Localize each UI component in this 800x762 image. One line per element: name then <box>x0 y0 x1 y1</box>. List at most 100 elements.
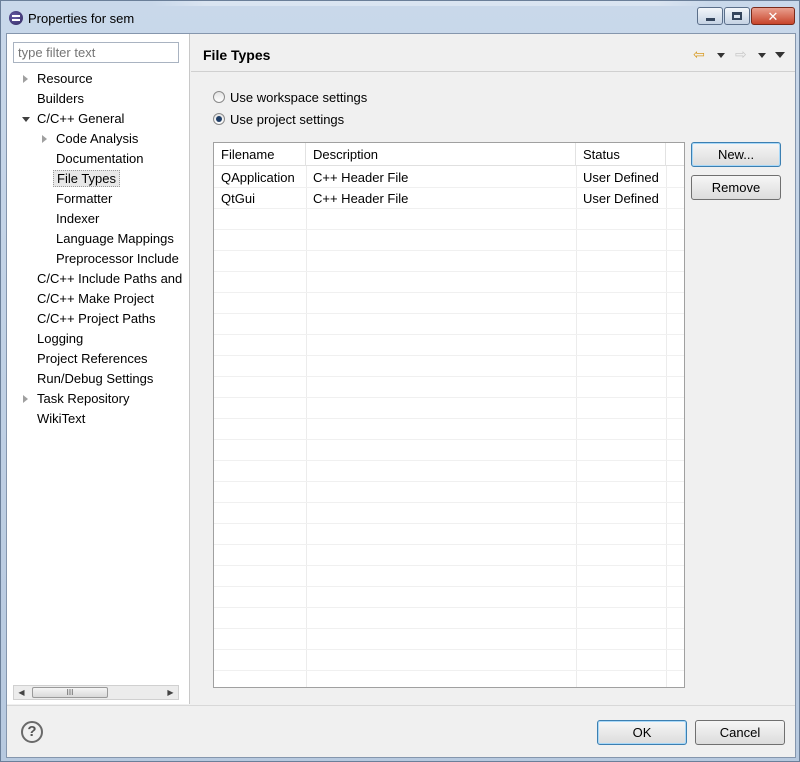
tree-item-label: Run/Debug Settings <box>37 371 154 386</box>
tree-item-label: Builders <box>37 91 84 106</box>
close-button[interactable]: ✕ <box>751 7 795 25</box>
dialog-content: Resource Builders C/C++ General Code Analys… <box>6 33 796 758</box>
row-divider <box>214 250 684 251</box>
page-title: File Types <box>203 47 271 63</box>
file-types-table: Filename Description Status QApplication… <box>213 142 685 688</box>
tree-item-label: Preprocessor Include <box>56 251 179 266</box>
row-divider <box>214 607 684 608</box>
window-title: Properties for sem <box>28 11 135 26</box>
column-header-status[interactable]: Status <box>576 143 666 166</box>
forward-history-dropdown-icon[interactable] <box>758 53 766 58</box>
tree-item-label: C/C++ Include Paths and <box>37 271 183 286</box>
row-divider <box>214 523 684 524</box>
minimize-button[interactable] <box>697 7 723 25</box>
row-divider <box>214 649 684 650</box>
minimize-icon <box>705 17 715 21</box>
tree-item[interactable]: Documentation <box>53 150 146 168</box>
eclipse-icon <box>9 11 23 25</box>
row-divider <box>214 229 684 230</box>
cancel-button[interactable]: Cancel <box>695 720 785 745</box>
tree-item-label: Code Analysis <box>56 131 139 146</box>
tree-item-label: C/C++ Make Project <box>37 291 155 306</box>
maximize-icon <box>732 12 742 20</box>
tree-item[interactable]: Project References <box>34 350 151 368</box>
tree-item[interactable]: Task Repository <box>23 390 132 408</box>
scroll-left-icon[interactable]: ◀ <box>14 686 29 699</box>
tree-item[interactable]: Logging <box>34 330 86 348</box>
table-cell: C++ Header File <box>313 191 409 206</box>
forward-arrow-icon[interactable]: ⇨ <box>735 46 747 63</box>
tree-item[interactable]: Resource <box>23 70 96 88</box>
ok-button[interactable]: OK <box>597 720 687 745</box>
header-separator <box>191 71 795 72</box>
tree-item-label: Logging <box>37 331 84 346</box>
bottom-separator <box>7 705 795 706</box>
back-history-dropdown-icon[interactable] <box>717 53 725 58</box>
tree-item-label: Task Repository <box>37 391 130 406</box>
help-icon[interactable]: ? <box>21 721 43 743</box>
collapsed-arrow-icon[interactable] <box>42 135 47 143</box>
tree-item[interactable]: Formatter <box>53 190 115 208</box>
tree-item-label: C/C++ Project Paths <box>37 311 156 326</box>
tree-item-label: Resource <box>37 71 93 86</box>
collapsed-arrow-icon[interactable] <box>23 395 28 403</box>
row-divider <box>214 376 684 377</box>
view-menu-icon[interactable] <box>775 52 785 58</box>
row-divider <box>214 397 684 398</box>
table-header: Filename Description Status <box>214 143 684 166</box>
column-header-description[interactable]: Description <box>306 143 576 166</box>
radio-project-label: Use project settings <box>230 111 345 127</box>
row-divider <box>214 481 684 482</box>
table-cell: C++ Header File <box>313 170 409 185</box>
tree-item-label: Project References <box>37 351 148 366</box>
column-header-filename[interactable]: Filename <box>214 143 306 166</box>
tree-item-label: C/C++ General <box>37 111 125 126</box>
tree-item[interactable]: Code Analysis <box>42 130 141 148</box>
tree-item-label: Documentation <box>56 151 144 166</box>
navigation-pane: Resource Builders C/C++ General Code Analys… <box>7 34 190 704</box>
row-divider <box>214 502 684 503</box>
tree-item[interactable]: File Types <box>53 170 121 188</box>
row-divider <box>214 586 684 587</box>
row-divider <box>214 544 684 545</box>
radio-project-settings[interactable]: Use project settings <box>213 110 344 128</box>
remove-button[interactable]: Remove <box>691 175 781 200</box>
tree-item[interactable]: C/C++ Project Paths <box>34 310 159 328</box>
table-cell: QtGui <box>221 191 255 206</box>
new-button[interactable]: New... <box>691 142 781 167</box>
scrollbar-thumb[interactable]: III <box>32 687 108 698</box>
row-divider <box>214 628 684 629</box>
row-divider <box>214 670 684 671</box>
tree-item[interactable]: C/C++ General <box>22 110 127 128</box>
scroll-right-icon[interactable]: ▶ <box>163 686 178 699</box>
tree-item[interactable]: C/C++ Include Paths and <box>34 270 185 288</box>
title-bar[interactable]: Properties for sem ✕ <box>1 1 799 33</box>
radio-workspace-indicator[interactable] <box>213 91 225 103</box>
radio-project-indicator[interactable] <box>213 113 225 125</box>
tree-item[interactable]: Run/Debug Settings <box>34 370 156 388</box>
table-cell: QApplication <box>221 170 295 185</box>
filter-input[interactable] <box>13 42 179 63</box>
collapsed-arrow-icon[interactable] <box>23 75 28 83</box>
table-cell: User Defined <box>583 170 659 185</box>
tree-horizontal-scrollbar[interactable]: ◀ III ▶ <box>13 685 179 700</box>
radio-workspace-label: Use workspace settings <box>230 89 368 105</box>
title-bar-decoration <box>151 1 711 6</box>
tree-item[interactable]: Language Mappings <box>53 230 177 248</box>
expanded-arrow-icon[interactable] <box>22 117 30 122</box>
tree-item[interactable]: Preprocessor Include <box>53 250 182 268</box>
tree-item[interactable]: C/C++ Make Project <box>34 290 157 308</box>
tree-item-label: Indexer <box>56 211 100 226</box>
properties-dialog: Properties for sem ✕ Resource Builders C/C… <box>0 0 800 762</box>
tree-item-label: WikiText <box>37 411 86 426</box>
row-divider <box>214 355 684 356</box>
tree-item[interactable]: WikiText <box>34 410 88 428</box>
radio-workspace-settings[interactable]: Use workspace settings <box>213 88 367 106</box>
row-divider <box>214 313 684 314</box>
tree-item-label: Language Mappings <box>56 231 174 246</box>
back-arrow-icon[interactable]: ⇦ <box>693 46 705 63</box>
tree-item[interactable]: Indexer <box>53 210 102 228</box>
maximize-button[interactable] <box>724 7 750 25</box>
tree-item[interactable]: Builders <box>34 90 87 108</box>
row-divider <box>214 565 684 566</box>
